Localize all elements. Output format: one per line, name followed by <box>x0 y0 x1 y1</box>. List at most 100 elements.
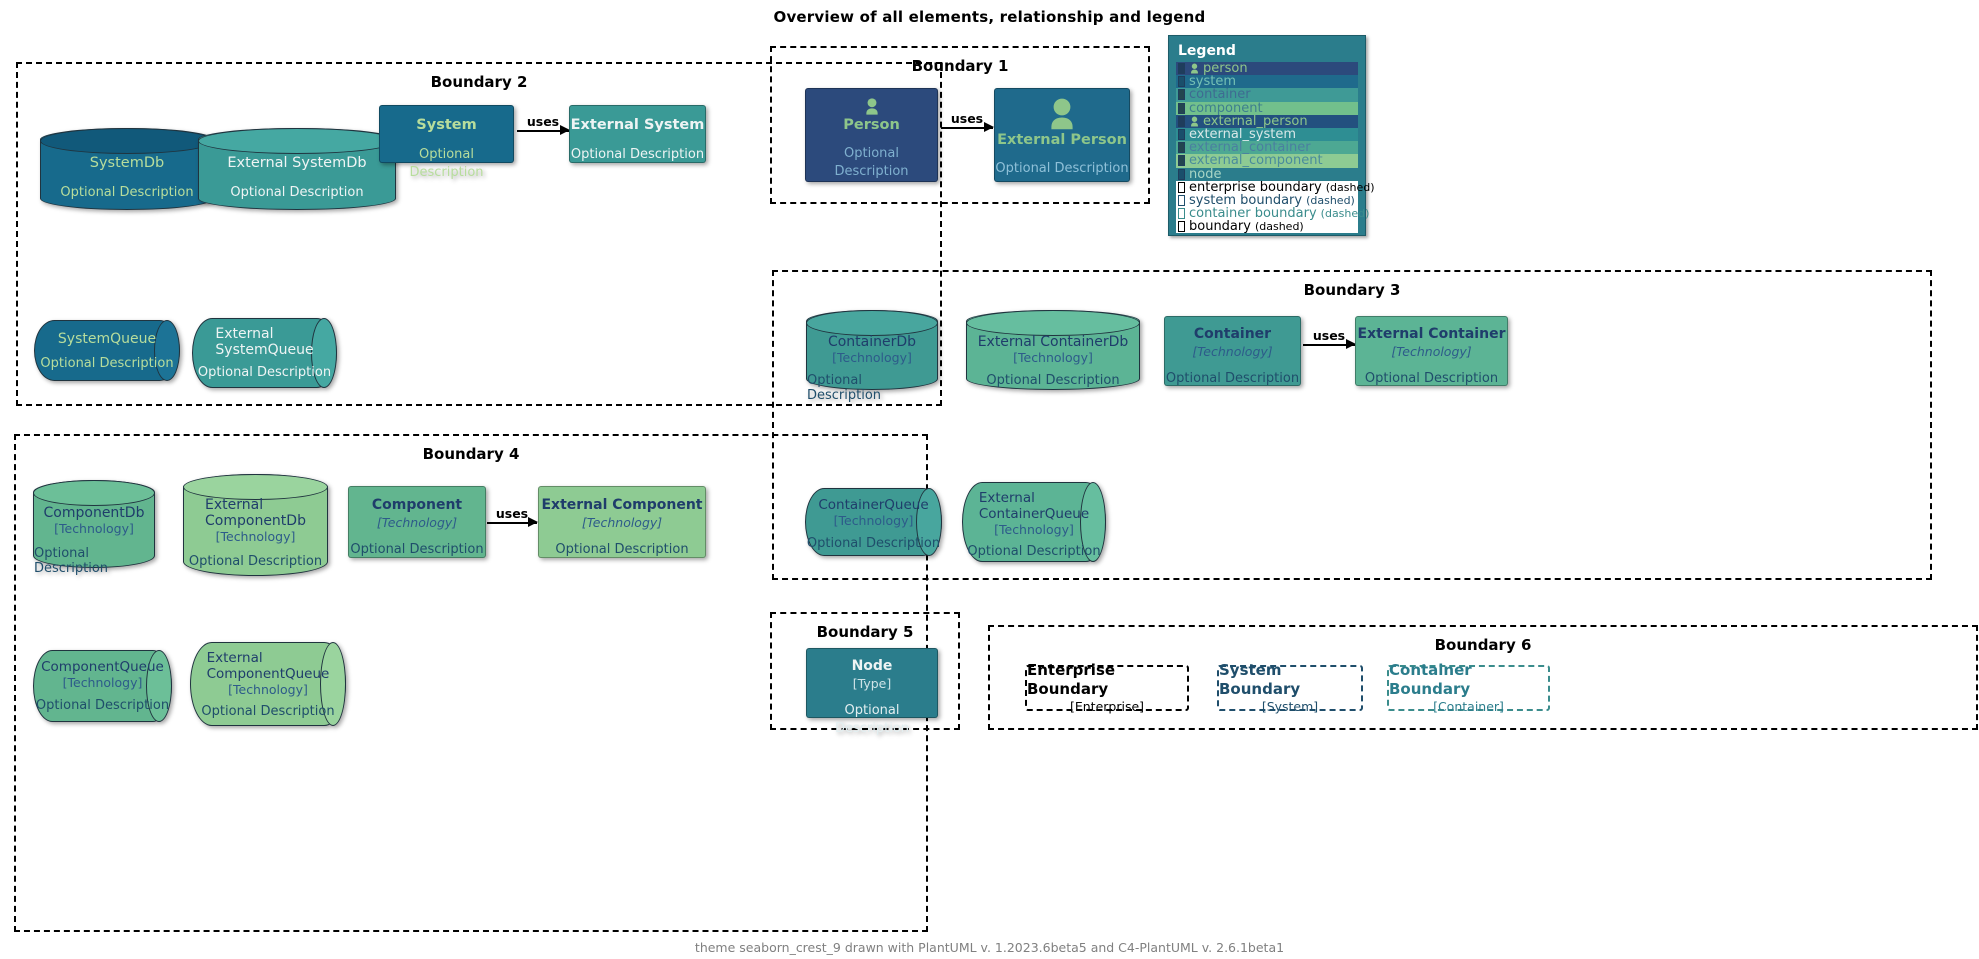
relationship-label: uses <box>1312 327 1346 343</box>
legend-swatch-icon <box>1178 102 1185 114</box>
boundary-5-title: Boundary 5 <box>816 623 914 641</box>
legend-swatch-icon <box>1178 221 1185 233</box>
element-technology: [Technology] <box>832 350 912 365</box>
element-container: Container [Technology] Optional Descript… <box>1164 316 1301 386</box>
element-description: Optional Description <box>230 185 364 200</box>
legend-row: person <box>1176 61 1358 76</box>
legend-swatch-icon <box>1178 155 1185 167</box>
legend-title: Legend <box>1178 43 1236 59</box>
element-description: Optional Description <box>555 542 689 557</box>
arrow-head-icon <box>528 517 538 527</box>
sub-boundary-type: [Enterprise] <box>1069 699 1145 714</box>
element-node: Node [Type] Optional Description <box>806 648 938 736</box>
element-name: External Person <box>997 132 1127 148</box>
element-type: [Type] <box>852 676 892 691</box>
element-technology: [Technology] <box>215 529 296 544</box>
person-icon <box>1191 116 1198 127</box>
legend-row: enterprise boundary (dashed) <box>1176 180 1375 195</box>
element-description: Optional Description <box>188 554 323 569</box>
element-person: Person Optional Description <box>805 88 938 182</box>
person-icon <box>865 98 878 115</box>
relationship-label: uses <box>495 505 529 521</box>
element-technology: [Technology] <box>376 515 458 530</box>
element-description: Optional Description <box>834 703 910 736</box>
element-technology: [Technology] <box>228 682 308 697</box>
person-icon <box>1051 98 1073 130</box>
legend-row: external_container <box>1176 140 1358 155</box>
element-description: Optional Description <box>570 147 705 162</box>
legend-swatch-icon <box>1178 194 1185 206</box>
element-name: ComponentQueue <box>41 659 164 675</box>
element-external-systemqueue: External SystemQueue Optional Descriptio… <box>192 318 337 388</box>
legend-item-suffix: (dashed) <box>1320 207 1370 221</box>
element-name: External ComponentQueue <box>206 650 330 682</box>
element-description: Optional Description <box>60 185 194 200</box>
element-componentqueue: ComponentQueue [Technology] Optional Des… <box>33 650 172 722</box>
element-external-componentqueue: External ComponentQueue [Technology] Opt… <box>190 642 346 726</box>
boundary-3-title: Boundary 3 <box>1303 281 1401 299</box>
element-containerqueue: ContainerQueue [Technology] Optional Des… <box>805 488 942 556</box>
element-technology: [Technology] <box>581 515 663 530</box>
element-name: System <box>416 117 477 133</box>
sub-boundary-title: System Boundary <box>1219 661 1301 698</box>
boundary-1-title: Boundary 1 <box>911 57 1009 75</box>
legend-row: component <box>1176 101 1358 116</box>
element-technology: [Technology] <box>994 522 1074 537</box>
element-name: SystemDb <box>89 155 165 171</box>
legend-swatch-icon <box>1178 76 1185 88</box>
sub-boundary-title: Container Boundary <box>1389 661 1472 698</box>
element-technology: [Technology] <box>833 513 914 528</box>
legend-swatch-icon <box>1178 115 1185 127</box>
element-external-componentdb: External ComponentDb [Technology] Option… <box>183 474 328 576</box>
relationship-component-uses-external-component: uses <box>487 506 538 534</box>
person-icon <box>1191 63 1198 74</box>
element-description: Optional Description <box>201 704 335 719</box>
legend-swatch-icon <box>1178 89 1185 101</box>
element-description: Optional Description <box>995 161 1129 176</box>
element-description: Optional Description <box>986 373 1120 388</box>
element-name: ContainerDb <box>827 334 917 350</box>
legend-row: external_component <box>1176 153 1358 168</box>
element-external-containerqueue: External ContainerQueue [Technology] Opt… <box>962 482 1106 562</box>
legend-row: external_system <box>1176 127 1358 142</box>
element-description: Optional Description <box>197 365 332 380</box>
boundary-6-title: Boundary 6 <box>1434 636 1532 654</box>
relationship-label: uses <box>526 113 560 129</box>
element-name: Component <box>371 497 463 513</box>
arrow-head-icon <box>984 122 994 132</box>
legend-row: node <box>1176 167 1358 182</box>
legend-item-suffix: (dashed) <box>1306 193 1355 207</box>
sub-boundary-system: System Boundary [System] <box>1217 661 1363 714</box>
element-description: Optional Description <box>35 698 170 713</box>
element-external-container: External Container [Technology] Optional… <box>1355 316 1508 386</box>
sub-boundary-title: Enterprise Boundary <box>1027 661 1116 698</box>
element-name: Node <box>851 658 893 674</box>
element-description: Optional Description <box>834 146 909 179</box>
legend-row: system <box>1176 74 1358 89</box>
page-title: Overview of all elements, relationship a… <box>773 8 1206 26</box>
legend-swatch-icon <box>1178 168 1185 180</box>
legend-row: container boundary (dashed) <box>1176 206 1369 221</box>
legend-panel: Legend person system container component ext… <box>1168 35 1375 236</box>
legend-row: system boundary (dashed) <box>1176 193 1358 208</box>
element-description: Optional Description <box>409 147 484 180</box>
element-name: External System <box>570 117 705 133</box>
element-description: Optional Description <box>1165 371 1300 386</box>
element-technology: [Technology] <box>54 521 134 536</box>
element-description: Optional Description <box>967 544 1101 559</box>
legend-row: container <box>1176 87 1358 102</box>
sub-boundary-container: Container Boundary [Container] <box>1387 661 1550 714</box>
element-description: Optional Description <box>1364 371 1499 386</box>
legend-swatch-icon <box>1178 142 1185 154</box>
element-system: System Optional Description <box>379 105 514 180</box>
element-external-system: External System Optional Description <box>569 105 706 163</box>
element-systemdb: SystemDb Optional Description <box>40 128 214 210</box>
element-systemqueue: SystemQueue Optional Description <box>34 320 180 381</box>
relationship-container-uses-external-container: uses <box>1303 328 1356 356</box>
legend-swatch-icon <box>1178 63 1185 75</box>
element-name: External Container <box>1357 326 1506 342</box>
element-technology: [Technology] <box>1391 344 1472 359</box>
element-name: ContainerQueue <box>818 497 929 513</box>
element-name: Person <box>843 117 900 133</box>
relationship-person-uses-external-person: uses <box>941 111 994 139</box>
